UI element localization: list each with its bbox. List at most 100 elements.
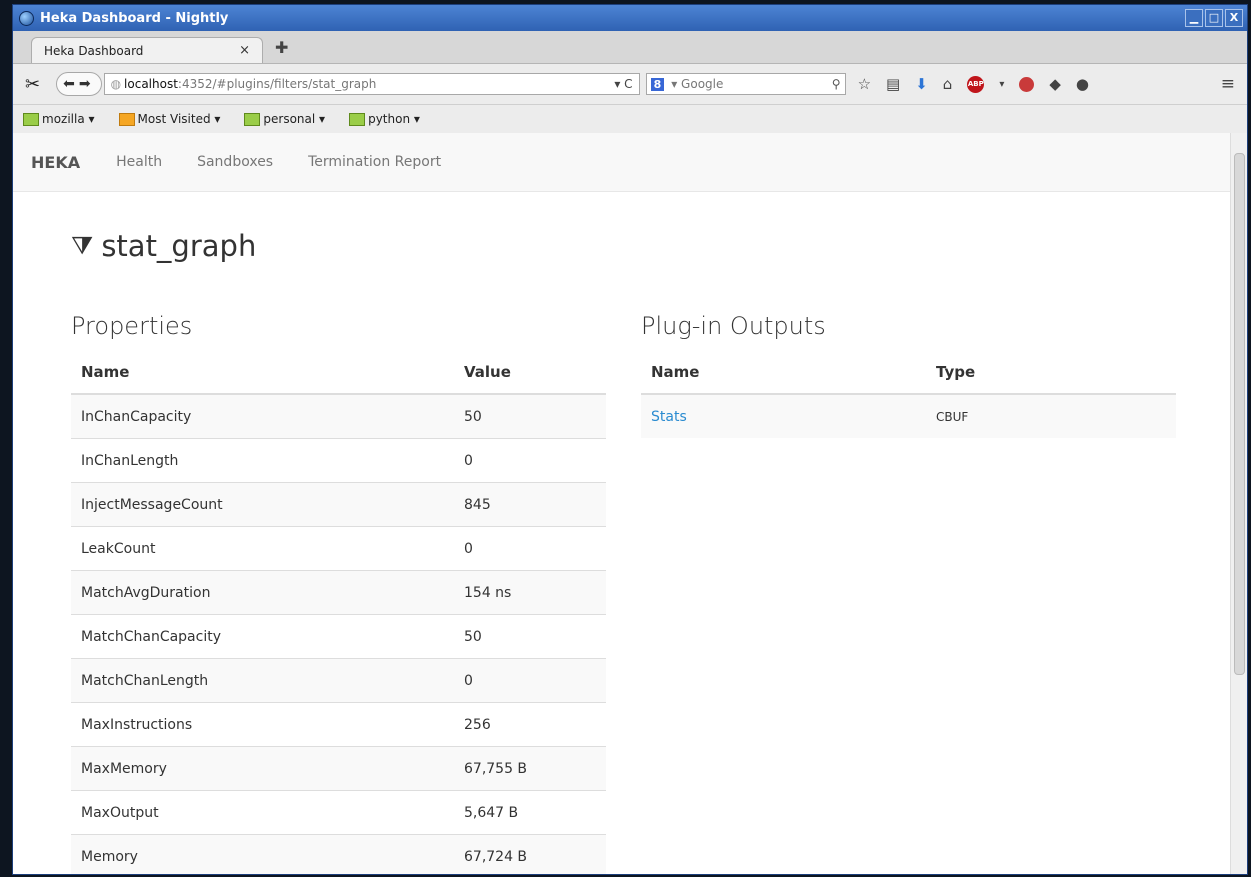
bookmarks-toolbar: mozilla ▾ Most Visited ▾ personal ▾ pyth… <box>13 105 1247 134</box>
property-name-cell: MatchChanCapacity <box>71 614 454 659</box>
property-value-cell: 50 <box>454 614 606 659</box>
property-value-cell: 0 <box>454 438 606 483</box>
back-arrow-icon[interactable]: ⬅ <box>63 76 75 92</box>
filter-icon: ⧩ <box>71 231 94 260</box>
toolbar-icons: ☆ ▤ ⬇ ⌂ ABP ▾ ◆ ● <box>858 75 1089 93</box>
url-path: :4352/#plugins/filters/stat_graph <box>177 77 377 91</box>
output-link[interactable]: Stats <box>651 409 687 425</box>
search-engine-icon[interactable]: 8 <box>650 77 665 91</box>
properties-body: InChanCapacity 50 InChanLength 0 InjectMessa… <box>71 393 606 874</box>
tab-label: Heka Dashboard <box>44 44 144 58</box>
table-row: LeakCount 0 <box>71 526 606 571</box>
page-title-text: stat_graph <box>101 229 257 263</box>
table-row: MatchChanLength 0 <box>71 658 606 703</box>
outputs-body: Stats CBUF <box>641 393 1176 438</box>
property-name-cell: MaxInstructions <box>71 702 454 747</box>
column-header: Name <box>641 351 926 395</box>
new-tab-button[interactable]: ✚ <box>275 38 288 57</box>
property-name-cell: InChanLength <box>71 438 454 483</box>
forward-arrow-icon[interactable]: ➡ <box>79 76 91 92</box>
globe-icon: ◍ <box>110 77 122 91</box>
table-row: InChanLength 0 <box>71 438 606 483</box>
tab-strip: Heka Dashboard × ✚ <box>13 31 1247 64</box>
property-name-cell: MaxOutput <box>71 790 454 835</box>
outputs-table: Name Type Stats CBUF <box>641 351 1176 438</box>
maximize-button[interactable]: □ <box>1205 9 1223 27</box>
bookmark-folder[interactable]: personal ▾ <box>244 112 325 126</box>
properties-table: Name Value InChanCapacity 50 InChanLength 0… <box>71 351 606 874</box>
brand-logo[interactable]: HEKA <box>31 153 80 172</box>
browser-tab[interactable]: Heka Dashboard × <box>31 37 263 63</box>
page-title: ⧩ stat_graph <box>71 229 256 263</box>
property-name-cell: MaxMemory <box>71 746 454 791</box>
close-window-button[interactable]: X <box>1225 9 1243 27</box>
table-row: MaxInstructions 256 <box>71 702 606 747</box>
page-scrollbar[interactable] <box>1230 133 1247 874</box>
table-row: MatchChanCapacity 50 <box>71 614 606 659</box>
firefox-logo-icon <box>19 10 34 26</box>
table-row: MaxOutput 5,647 B <box>71 790 606 835</box>
table-header-row: Name Type <box>641 351 1176 395</box>
folder-icon <box>118 112 135 126</box>
table-row: InChanCapacity 50 <box>71 393 606 439</box>
download-icon[interactable]: ⬇ <box>915 75 928 93</box>
tab-close-icon[interactable]: × <box>239 38 250 64</box>
chat-icon[interactable]: ● <box>1076 75 1089 93</box>
properties-heading: Properties <box>71 312 193 340</box>
search-input[interactable]: ▾ Google <box>671 77 723 91</box>
nav-termination-report[interactable]: Termination Report <box>308 154 441 170</box>
search-icon[interactable]: ⚲ <box>832 77 841 91</box>
dropdown-icon[interactable]: ▾ <box>999 79 1004 90</box>
nav-health[interactable]: Health <box>116 154 162 170</box>
bookmark-folder[interactable]: Most Visited ▾ <box>118 112 221 126</box>
menu-icon[interactable]: ≡ <box>1221 74 1235 94</box>
reload-icon[interactable]: ▾ C <box>614 77 632 91</box>
nightly-tester-icon[interactable] <box>1019 76 1035 92</box>
page-content: HEKA Health Sandboxes Termination Report… <box>13 133 1231 874</box>
property-name-cell: LeakCount <box>71 526 454 571</box>
app-navbar: HEKA Health Sandboxes Termination Report <box>13 133 1231 192</box>
property-value-cell: 67,724 B <box>454 834 606 874</box>
column-header: Value <box>454 351 606 395</box>
addon-icon[interactable]: ◆ <box>1049 75 1061 93</box>
home-icon[interactable]: ⌂ <box>943 75 953 93</box>
bookmark-label: personal ▾ <box>263 112 326 126</box>
scissors-icon[interactable]: ✂ <box>25 74 40 95</box>
adblock-icon[interactable]: ABP <box>967 75 985 93</box>
property-name-cell: InChanCapacity <box>71 393 454 439</box>
folder-icon <box>244 112 261 126</box>
output-type-cell: CBUF <box>926 393 1176 438</box>
property-name-cell: MatchChanLength <box>71 658 454 703</box>
bookmark-label: mozilla ▾ <box>42 112 95 126</box>
table-header-row: Name Value <box>71 351 606 395</box>
table-row: InjectMessageCount 845 <box>71 482 606 527</box>
output-name-cell: Stats <box>641 393 926 438</box>
navigation-toolbar: ✂ ⬅ ➡ ◍ localhost:4352/#plugins/filters/… <box>13 64 1247 105</box>
table-row: MatchAvgDuration 154 ns <box>71 570 606 615</box>
property-value-cell: 50 <box>454 393 606 439</box>
bookmark-folder[interactable]: python ▾ <box>349 112 420 126</box>
bookmark-star-icon[interactable]: ☆ <box>858 75 871 93</box>
window-titlebar[interactable]: Heka Dashboard - Nightly ▁ □ X <box>13 5 1247 31</box>
minimize-button[interactable]: ▁ <box>1185 9 1203 27</box>
reading-list-icon[interactable]: ▤ <box>886 75 900 93</box>
property-value-cell: 67,755 B <box>454 746 606 791</box>
property-name-cell: InjectMessageCount <box>71 482 454 527</box>
table-row: Memory 67,724 B <box>71 834 606 874</box>
nav-sandboxes[interactable]: Sandboxes <box>197 154 273 170</box>
property-value-cell: 0 <box>454 658 606 703</box>
table-row: Stats CBUF <box>641 393 1176 438</box>
url-bar[interactable]: ◍ localhost:4352/#plugins/filters/stat_g… <box>103 73 640 95</box>
folder-icon <box>349 112 366 126</box>
property-value-cell: 154 ns <box>454 570 606 615</box>
property-value-cell: 845 <box>454 482 606 527</box>
property-value-cell: 0 <box>454 526 606 571</box>
back-forward-group: ⬅ ➡ <box>56 72 102 96</box>
scrollbar-thumb[interactable] <box>1234 153 1245 675</box>
search-bar[interactable]: 8 ▾ Google ⚲ <box>645 73 846 95</box>
bookmark-folder[interactable]: mozilla ▾ <box>23 112 95 126</box>
window-title: Heka Dashboard - Nightly <box>40 10 229 26</box>
bookmark-label: python ▾ <box>368 112 420 126</box>
column-header: Name <box>71 351 454 395</box>
bookmark-label: Most Visited ▾ <box>137 112 221 126</box>
